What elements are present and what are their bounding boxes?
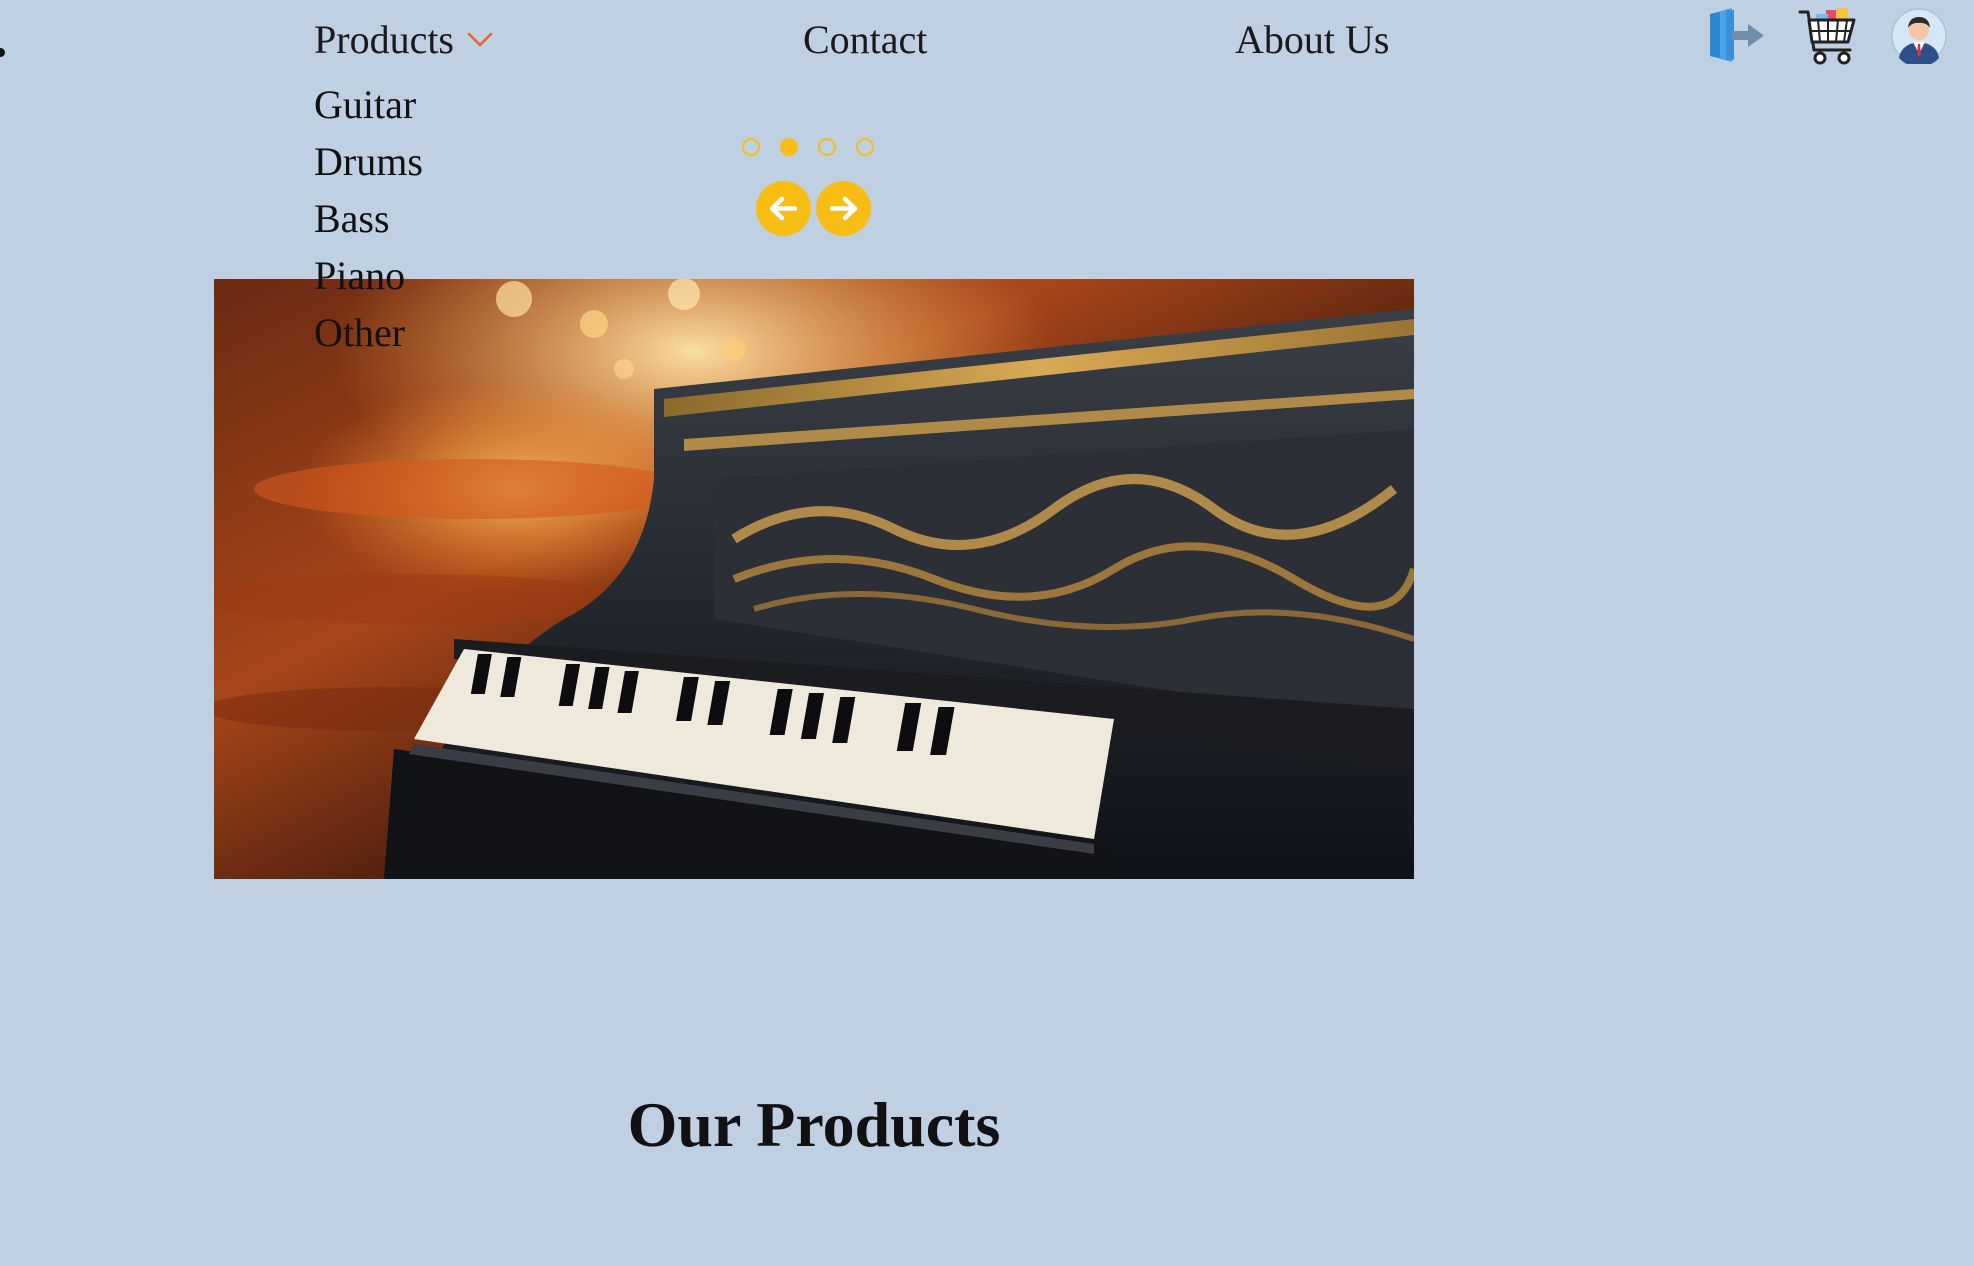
carousel-dot-2[interactable] — [780, 138, 798, 156]
arrow-right-icon — [829, 196, 858, 221]
carousel-dot-3[interactable] — [818, 138, 836, 156]
carousel-slide-image — [214, 279, 1414, 879]
carousel-indicators — [742, 138, 874, 156]
products-dropdown: Guitar Drums Bass Piano Other — [314, 76, 423, 361]
section-title-our-products: Our Products — [627, 1089, 1001, 1160]
dropdown-item-guitar[interactable]: Guitar — [314, 76, 423, 133]
carousel-dot-4[interactable] — [856, 138, 874, 156]
arrow-left-icon — [769, 196, 798, 221]
carousel-dot-1[interactable] — [742, 138, 760, 156]
nav-products[interactable]: Products — [314, 16, 494, 64]
dropdown-item-piano[interactable]: Piano — [314, 247, 423, 304]
carousel-next-button[interactable] — [816, 181, 871, 236]
dropdown-item-other[interactable]: Other — [314, 304, 423, 361]
nav-about-us[interactable]: About Us — [1235, 16, 1389, 64]
chevron-down-icon — [467, 32, 493, 47]
nav-contact[interactable]: Contact — [803, 16, 927, 64]
dropdown-item-drums[interactable]: Drums — [314, 133, 423, 190]
edge-dot — [0, 48, 5, 57]
user-avatar-icon[interactable] — [1891, 8, 1947, 67]
shopping-cart-icon[interactable] — [1798, 6, 1858, 66]
logout-door-icon[interactable] — [1706, 6, 1766, 66]
dropdown-item-bass[interactable]: Bass — [314, 190, 423, 247]
nav-products-label: Products — [314, 17, 454, 62]
carousel-prev-button[interactable] — [756, 181, 811, 236]
